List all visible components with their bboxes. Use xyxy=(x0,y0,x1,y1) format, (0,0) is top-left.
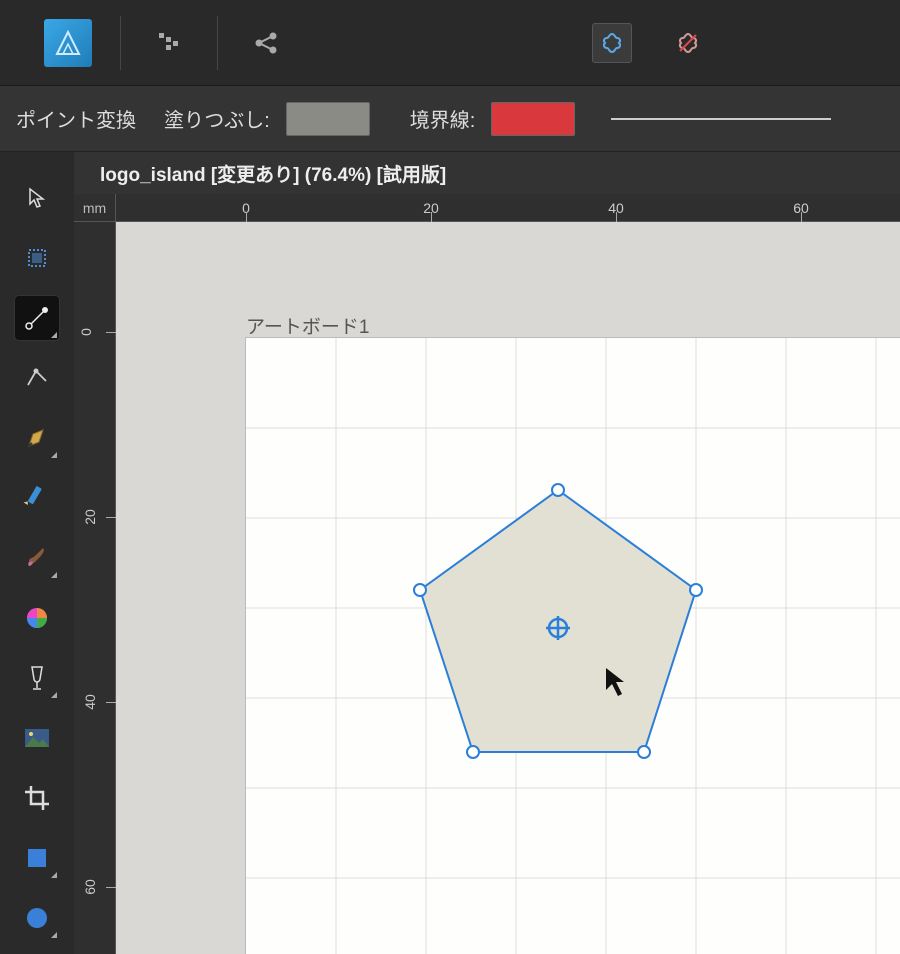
top-toolbar xyxy=(0,0,900,86)
vertical-ruler[interactable]: 0 20 40 60 xyxy=(74,222,116,954)
context-toolbar: ポイント変換 塗りつぶし: 境界線: xyxy=(0,86,900,152)
pencil-tool[interactable] xyxy=(15,476,59,520)
node-tool[interactable] xyxy=(15,296,59,340)
document-tab-title: logo_island [変更あり] (76.4%) [試用版] xyxy=(100,160,446,187)
stroke-width-preview[interactable] xyxy=(611,118,831,120)
snap-flower-blue-icon[interactable] xyxy=(592,23,632,63)
pen-tool[interactable] xyxy=(15,416,59,460)
stroke-swatch[interactable] xyxy=(491,102,575,136)
ruler-unit-label[interactable]: mm xyxy=(74,194,116,222)
color-picker-tool[interactable] xyxy=(15,596,59,640)
horizontal-ruler[interactable]: 0 20 40 60 80 xyxy=(116,194,900,222)
app-logo xyxy=(44,19,92,67)
node-point[interactable] xyxy=(690,584,702,596)
tools-panel xyxy=(0,152,74,954)
document-area: logo_island [変更あり] (76.4%) [試用版] mm 0 20… xyxy=(74,152,900,954)
node-point[interactable] xyxy=(552,484,564,496)
corner-tool[interactable] xyxy=(15,356,59,400)
brush-tool[interactable] xyxy=(15,536,59,580)
canvas[interactable]: アートボード1 xyxy=(116,222,900,954)
artboard[interactable] xyxy=(246,338,900,954)
rectangle-shape-tool[interactable] xyxy=(15,836,59,880)
pixel-alignment-icon[interactable] xyxy=(149,23,189,63)
stroke-label: 境界線: xyxy=(410,104,476,133)
convert-point-label: ポイント変換 xyxy=(16,104,136,133)
ellipse-shape-tool[interactable] xyxy=(15,896,59,940)
node-point[interactable] xyxy=(467,746,479,758)
pentagon-shape[interactable] xyxy=(246,338,900,954)
divider xyxy=(217,16,218,70)
divider xyxy=(120,16,121,70)
move-tool[interactable] xyxy=(15,176,59,220)
place-image-tool[interactable] xyxy=(15,716,59,760)
fill-swatch[interactable] xyxy=(286,102,370,136)
node-point[interactable] xyxy=(638,746,650,758)
fill-label: 塗りつぶし: xyxy=(164,104,270,133)
artboard-label[interactable]: アートボード1 xyxy=(246,312,369,339)
share-icon[interactable] xyxy=(246,23,286,63)
glass-tool[interactable] xyxy=(15,656,59,700)
crop-tool[interactable] xyxy=(15,776,59,820)
artboard-tool[interactable] xyxy=(15,236,59,280)
document-tab[interactable]: logo_island [変更あり] (76.4%) [試用版] xyxy=(74,152,900,194)
node-point[interactable] xyxy=(414,584,426,596)
snap-flower-red-icon[interactable] xyxy=(668,23,708,63)
